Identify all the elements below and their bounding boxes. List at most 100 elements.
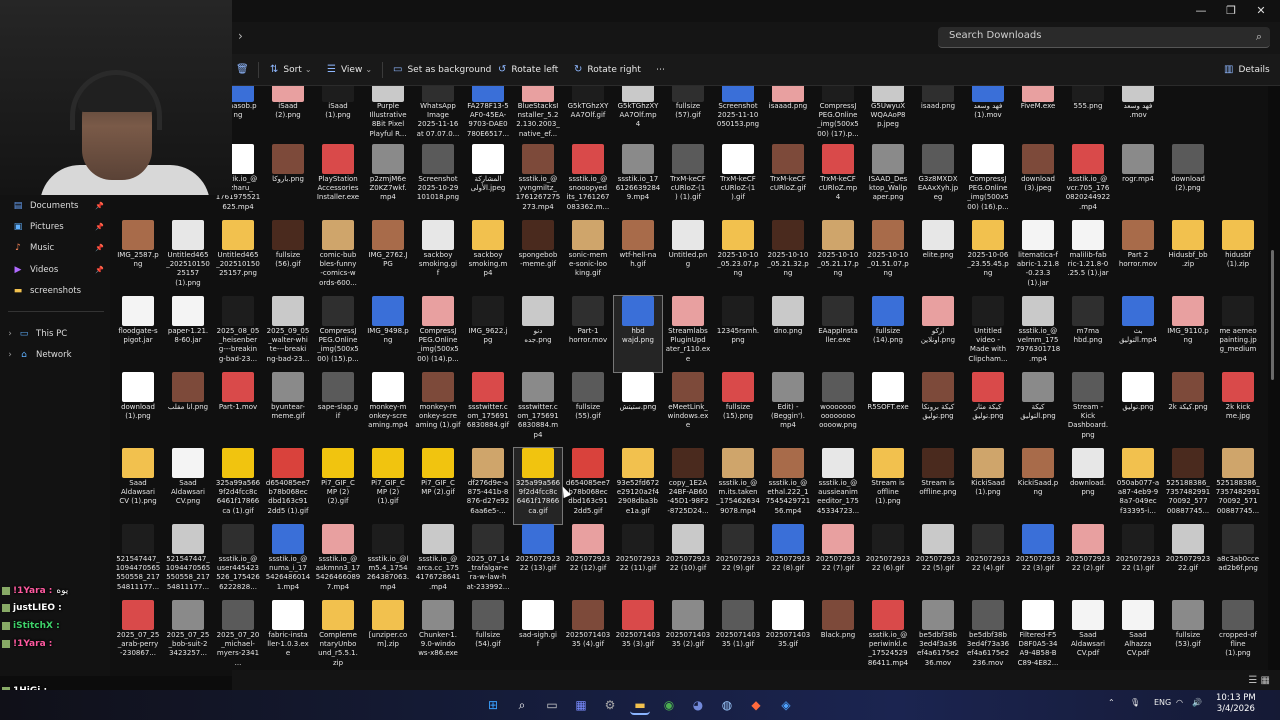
file-item[interactable]: Untitled465 _202510150 25157.png (214, 220, 262, 296)
file-item[interactable]: TrxM-keCF cURloZ.gif (764, 144, 812, 220)
file-item[interactable]: 2025_07_20 _michael- myers-2341 ... (214, 600, 262, 676)
file-item[interactable]: fullsize (54).gif (464, 600, 512, 676)
file-item[interactable]: Pi7_GIF_C MP (2) (2).gif (314, 448, 362, 524)
widgets-icon[interactable]: ▦ (571, 695, 591, 715)
file-item[interactable]: litematica-f abric-1.21.8 -0.23.3 (1).ja… (1014, 220, 1062, 296)
file-item[interactable]: TrxM-keCF cURloZ-(1 ) (1).gif (664, 144, 712, 220)
file-item[interactable]: ssstik.io_@ velmm_175 7976301718 .mp4 (1014, 296, 1062, 372)
file-item[interactable]: Part-1 horror.mov (564, 296, 612, 372)
view-button[interactable]: ☰ View ⌄ (327, 62, 372, 80)
file-item[interactable]: sackboy smoking.m p4 (464, 220, 512, 296)
file-item[interactable]: ssstik.io_@ askmnn3_17 5426466089 7.mp4 (314, 524, 362, 600)
chrome-icon[interactable]: ◉ (659, 695, 679, 715)
file-item[interactable]: download (2).png (1164, 144, 1212, 220)
file-item[interactable]: 2025_07_25 _bob-suit-2 3423257... (164, 600, 212, 676)
file-item[interactable]: Compleme ntaryUnbo und_r5.5.1. zip (314, 600, 362, 676)
steam-icon[interactable]: ◍ (717, 695, 737, 715)
file-item[interactable]: ssstik.io_17 6126639284 9.mp4 (614, 144, 662, 220)
file-item[interactable]: dno.png (764, 296, 812, 372)
file-item[interactable]: 325a99a566 9f2d4fcc8c 6461f17866 ca (1).… (214, 448, 262, 524)
tray-overflow-icon[interactable]: ⌃ (1108, 698, 1115, 707)
file-item[interactable]: Stream is offline.png (914, 448, 962, 524)
file-item[interactable]: 2025072923 22 (6).gif (864, 524, 912, 600)
file-item[interactable]: wtf-hell-na h.gif (614, 220, 662, 296)
file-item[interactable]: wooooooo oooooooo oooow.png (814, 372, 862, 448)
file-item[interactable]: be5dbf38b 3ed4f3a36 ef4a6175e2 36.mov (914, 600, 962, 676)
file-item[interactable]: CompressJ PEG.Online _img(500x5 00) (16)… (964, 144, 1012, 220)
rotate-right-button[interactable]: ↻ Rotate right (574, 62, 641, 80)
file-item[interactable]: 2025071403 35 (1).gif (714, 600, 762, 676)
file-item[interactable]: ssstik.io_@l m5.4_1754 264387063. mp4 (364, 524, 412, 600)
file-item[interactable]: byuntear- meme.gif (264, 372, 312, 448)
delete-button[interactable]: 🗑 (236, 62, 254, 80)
nav-item-videos[interactable]: ▶ Videos (12, 261, 59, 279)
file-item[interactable]: copy_1E2A 24BF-AB60 -45D1-98F2 -8725D24.… (664, 448, 712, 524)
file-item[interactable]: TrxM-keCF cURloZ.mp 4 (814, 144, 862, 220)
file-item[interactable]: 2025072923 22 (11).gif (614, 524, 662, 600)
file-item[interactable]: 2025072923 22 (1).gif (1114, 524, 1162, 600)
maximize-icon[interactable]: ❐ (1216, 2, 1246, 20)
brave-icon[interactable]: ◆ (746, 695, 766, 715)
file-item[interactable]: Filtered-F5 D8F0A5-34 A9-4B58-B C89-4E82… (1014, 600, 1062, 676)
language-indicator[interactable]: ENG (1154, 698, 1171, 707)
file-item[interactable]: Screenshot 2025-10-29 101018.png (414, 144, 462, 220)
file-item[interactable]: Untitled video - Made with Clipcham... (964, 296, 1012, 372)
file-item[interactable]: Saad Aldawsari CV (1).png (114, 448, 162, 524)
file-item[interactable]: Saad Alhazza CV.pdf (1114, 600, 1162, 676)
rotate-left-button[interactable]: ↺ Rotate left (498, 62, 558, 80)
file-item[interactable]: Hidusbf_bb .zip (1164, 220, 1212, 296)
details-button[interactable]: ▥ Details (1224, 62, 1270, 80)
file-item[interactable]: fullsize (55).gif (564, 372, 612, 448)
file-item[interactable]: d654085ee7 b78b068ec dbd163c91 2dd5 (1).… (264, 448, 312, 524)
file-item[interactable]: 2025072923 22 (8).gif (764, 524, 812, 600)
file-item[interactable]: Saad Aldawsari CV.png (164, 448, 212, 524)
file-item[interactable]: monkey-m onkey-scre aming (1).gif (414, 372, 462, 448)
file-item[interactable]: 2k كيكة.png (1164, 372, 1212, 448)
file-item[interactable]: IMG_9110.p ng (1164, 296, 1212, 372)
set-background-button[interactable]: ▭ Set as background (393, 62, 491, 80)
file-item[interactable]: hbd wajd.png (613, 295, 663, 373)
wifi-icon[interactable]: ◠ (1176, 698, 1183, 707)
sort-button[interactable]: ⇅ Sort ⌄ (270, 62, 312, 80)
file-item[interactable]: 2025071403 35 (3).gif (614, 600, 662, 676)
file-item[interactable]: IMG_2762.J PG (364, 220, 412, 296)
file-item[interactable]: 2025072923 22 (12).gif (564, 524, 612, 600)
file-item[interactable]: Untitled465 _202510150 25157 (1).png (164, 220, 212, 296)
chevron-right-icon[interactable]: › (238, 29, 243, 43)
close-icon[interactable]: ✕ (1246, 2, 1276, 20)
file-item[interactable]: p2zmjM6e Z0KZ7wkf. mp4 (364, 144, 412, 220)
file-item[interactable]: CompressJ PEG.Online _img(500x5 00) (14)… (414, 296, 462, 372)
file-item[interactable]: 2025072923 22 (3).gif (1014, 524, 1062, 600)
scrollbar-thumb[interactable] (1271, 250, 1274, 380)
file-item[interactable]: ssstik.io_@ periwinkl.e _17524529 86411.… (864, 600, 912, 676)
file-item[interactable]: كيكة التوليق.png (1014, 372, 1062, 448)
more-options-button[interactable]: ⋯ (656, 62, 665, 80)
nav-item-documents[interactable]: ▤ Documents (12, 197, 79, 215)
app-icon[interactable]: ◈ (776, 695, 796, 715)
file-item[interactable]: download. png (1064, 448, 1112, 524)
file-item[interactable]: KickiSaad.p ng (1014, 448, 1062, 524)
file-item[interactable]: IMG_9498.p ng (364, 296, 412, 372)
file-item[interactable]: EAappInsta ller.exe (814, 296, 862, 372)
file-item[interactable]: ssstik.io_@ numa_i_17 5426486014 1.mp4 (264, 524, 312, 600)
file-item[interactable]: 2025072923 22.gif (1164, 524, 1212, 600)
file-item[interactable]: KickiSaad (1).png (964, 448, 1012, 524)
nav-item-pictures[interactable]: ▣ Pictures (12, 218, 64, 236)
file-item[interactable]: cropped-of fline (1).png (1214, 600, 1262, 676)
start-icon[interactable]: ⊞ (483, 695, 503, 715)
file-item[interactable]: sonic-mem e-sonic-loo king.gif (564, 220, 612, 296)
file-item[interactable]: ssstik.io_@ user445423 526_175426 622282… (214, 524, 262, 600)
file-item[interactable]: ستيتش.png (614, 372, 662, 448)
file-explorer-icon[interactable]: ▬ (630, 695, 650, 715)
file-item[interactable]: a8c3ab0cce ad2b6f.png (1214, 524, 1262, 600)
file-item[interactable]: ssstwitter.c om_175691 6830884.m p4 (514, 372, 562, 448)
file-item[interactable]: Streamlabs PluginUpd ater_r110.ex e (664, 296, 712, 372)
file-item[interactable]: 525188386_ 7357482991 70092_571 00887745… (1214, 448, 1262, 524)
file-item[interactable]: ssstwitter.c om_175691 6830884.gif (464, 372, 512, 448)
file-item[interactable]: 2025-10-10 _05.23.07.p ng (714, 220, 762, 296)
file-item[interactable]: PlayStation Accessories Installer.exe (314, 144, 362, 220)
file-item[interactable]: ssstik.io_@ yvngmiltz_ 1761267275 273.mp… (514, 144, 562, 220)
file-item[interactable]: Chunker-1. 9.0-windo ws-x86.exe (414, 600, 462, 676)
view-toggle-icons[interactable]: ☰ ▦ (1248, 675, 1270, 686)
file-item[interactable]: 2025-10-10 _05.21.17.p ng (814, 220, 862, 296)
